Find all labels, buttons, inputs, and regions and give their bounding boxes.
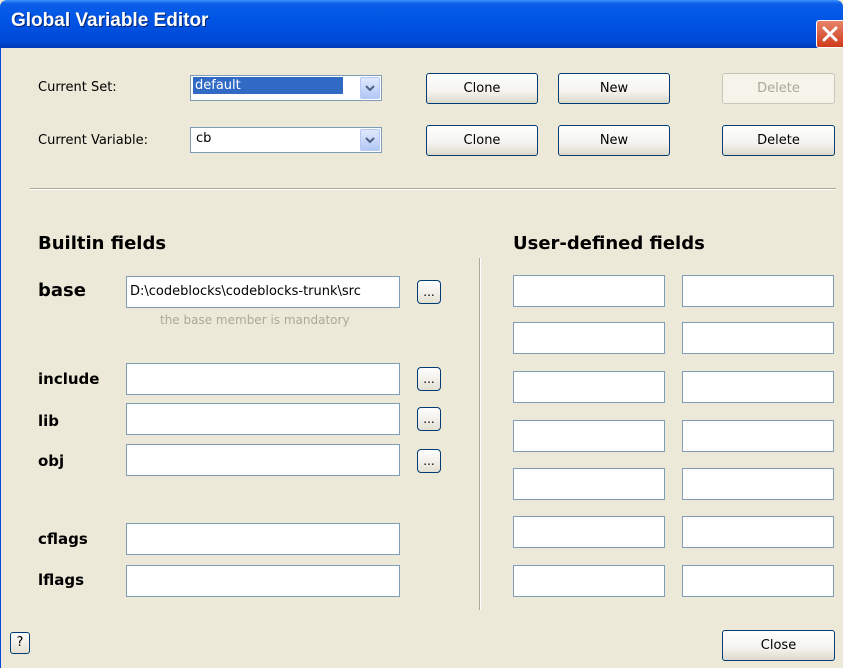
set-clone-button[interactable]: Clone	[426, 73, 538, 104]
user-field-value-1[interactable]	[682, 275, 834, 307]
user-field-name-6[interactable]	[513, 516, 665, 548]
current-set-dropdown-button[interactable]	[360, 77, 380, 99]
lflags-input[interactable]	[126, 565, 400, 597]
builtin-fields-heading: Builtin fields	[38, 233, 167, 254]
vertical-separator	[479, 258, 481, 610]
user-field-name-2[interactable]	[513, 322, 665, 354]
current-variable-value: cb	[196, 131, 212, 146]
user-field-name-1[interactable]	[513, 275, 665, 307]
close-window-button[interactable]	[816, 20, 843, 48]
user-defined-fields-heading: User-defined fields	[513, 233, 705, 254]
current-set-select[interactable]: default	[190, 75, 382, 101]
user-field-value-4[interactable]	[682, 420, 834, 452]
include-input[interactable]	[126, 363, 400, 395]
horizontal-separator	[30, 188, 836, 190]
lflags-label: lflags	[38, 571, 85, 589]
cflags-label: cflags	[38, 530, 88, 548]
lib-label: lib	[38, 412, 60, 430]
user-field-value-2[interactable]	[682, 322, 834, 354]
base-input[interactable]: D:\codeblocks\codeblocks-trunk\src	[126, 276, 400, 308]
base-value: D:\codeblocks\codeblocks-trunk\src	[130, 284, 361, 299]
set-new-button[interactable]: New	[558, 73, 670, 104]
user-field-name-4[interactable]	[513, 420, 665, 452]
lib-browse-button[interactable]: ...	[417, 407, 441, 431]
user-field-value-5[interactable]	[682, 468, 834, 500]
variable-new-button[interactable]: New	[558, 125, 670, 156]
help-button[interactable]: ?	[10, 632, 30, 654]
include-browse-button[interactable]: ...	[417, 367, 441, 391]
obj-input[interactable]	[126, 444, 400, 476]
user-field-name-5[interactable]	[513, 468, 665, 500]
close-icon	[822, 26, 838, 42]
set-delete-button[interactable]: Delete	[722, 73, 835, 104]
current-set-label: Current Set:	[38, 80, 117, 95]
base-label: base	[38, 280, 86, 301]
current-variable-dropdown-button[interactable]	[360, 129, 380, 151]
current-variable-label: Current Variable:	[38, 133, 148, 148]
window-title: Global Variable Editor	[11, 10, 209, 31]
include-label: include	[38, 370, 100, 388]
title-bar: Global Variable Editor	[0, 0, 843, 48]
user-field-value-6[interactable]	[682, 516, 834, 548]
base-mandatory-note: the base member is mandatory	[160, 313, 350, 327]
cflags-input[interactable]	[126, 523, 400, 555]
lib-input[interactable]	[126, 403, 400, 435]
chevron-down-icon	[365, 137, 375, 144]
variable-clone-button[interactable]: Clone	[426, 125, 538, 156]
user-field-value-3[interactable]	[682, 371, 834, 403]
user-field-value-7[interactable]	[682, 565, 834, 597]
current-set-value: default	[193, 77, 343, 94]
user-field-name-3[interactable]	[513, 371, 665, 403]
variable-delete-button[interactable]: Delete	[722, 125, 835, 156]
current-variable-select[interactable]: cb	[190, 127, 382, 153]
obj-browse-button[interactable]: ...	[417, 449, 441, 473]
user-field-name-7[interactable]	[513, 565, 665, 597]
chevron-down-icon	[365, 85, 375, 92]
close-button[interactable]: Close	[722, 630, 835, 661]
obj-label: obj	[38, 452, 65, 470]
base-browse-button[interactable]: ...	[417, 280, 441, 304]
